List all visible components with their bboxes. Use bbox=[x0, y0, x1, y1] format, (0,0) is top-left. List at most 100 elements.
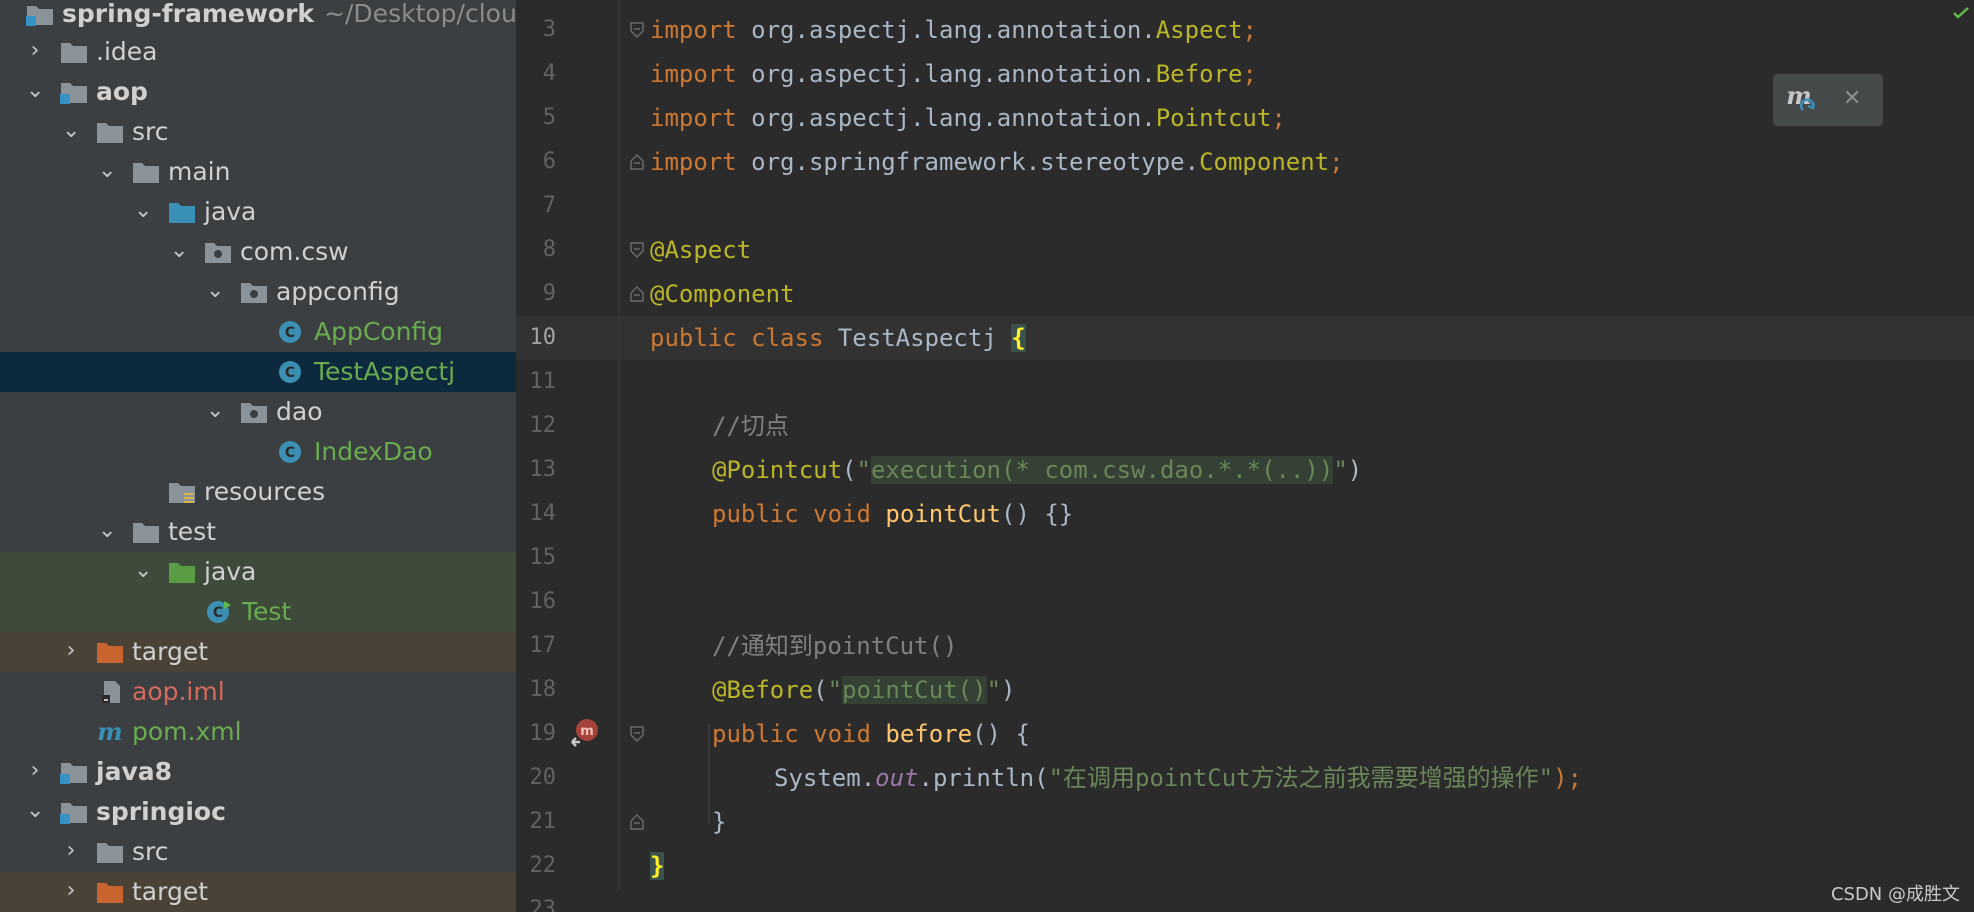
svg-text:C: C bbox=[285, 325, 295, 341]
chevron-down-icon[interactable]: ⌄ bbox=[134, 192, 152, 232]
folder-icon bbox=[97, 843, 123, 863]
tree-item-label: src bbox=[132, 837, 169, 866]
maven-icon: m bbox=[97, 720, 122, 744]
tree-row-dao[interactable]: ⌄ dao bbox=[0, 392, 516, 432]
tree-row-springioc[interactable]: ⌄ springioc bbox=[0, 792, 516, 832]
chevron-down-icon[interactable]: ⌄ bbox=[26, 792, 44, 832]
tree-item-label: TestAspectj bbox=[314, 357, 456, 386]
tree-row-resources[interactable]: resources bbox=[0, 472, 516, 512]
test-class-icon: C bbox=[207, 601, 231, 623]
tree-row-com-csw[interactable]: ⌄ com.csw bbox=[0, 232, 516, 272]
tree-item-label: springioc bbox=[96, 797, 226, 826]
tree-row-aop[interactable]: ⌄ aop bbox=[0, 72, 516, 112]
line-number-current: 10 bbox=[529, 325, 557, 350]
folder-icon bbox=[97, 123, 123, 143]
test-source-folder-icon bbox=[169, 563, 195, 583]
chevron-down-icon[interactable]: ⌄ bbox=[62, 112, 80, 152]
code-line-20: System.out.println("在调用pointCut方法之前我需要增强… bbox=[774, 764, 1582, 792]
tree-item-label: java bbox=[204, 197, 257, 226]
aop-advice-gutter-icon[interactable]: m bbox=[568, 716, 602, 750]
chevron-down-icon[interactable]: ⌄ bbox=[134, 552, 152, 592]
tree-item-label: main bbox=[168, 157, 231, 186]
tree-row-springioc-src[interactable]: › src bbox=[0, 832, 516, 872]
chevron-down-icon[interactable]: ⌄ bbox=[206, 272, 224, 312]
package-icon bbox=[241, 283, 267, 303]
chevron-down-icon[interactable]: ⌄ bbox=[98, 152, 116, 192]
chevron-right-icon[interactable]: › bbox=[62, 632, 80, 672]
chevron-down-icon[interactable]: ⌄ bbox=[206, 392, 224, 432]
fold-marker-icon[interactable] bbox=[630, 242, 644, 258]
line-number: 9 bbox=[542, 281, 556, 306]
code-line-12: //切点 bbox=[712, 412, 789, 440]
line-number: 13 bbox=[529, 457, 557, 482]
resources-folder-icon bbox=[169, 483, 195, 503]
fold-marker-icon[interactable] bbox=[630, 154, 644, 170]
tree-row-test-java[interactable]: ⌄ java bbox=[0, 552, 516, 592]
module-folder-icon bbox=[60, 83, 87, 104]
svg-text:m: m bbox=[580, 724, 594, 739]
chevron-right-icon[interactable]: › bbox=[26, 752, 44, 792]
tree-row-target[interactable]: › target bbox=[0, 632, 516, 672]
tree-row-appconfig[interactable]: ⌄ appconfig bbox=[0, 272, 516, 312]
line-number: 23 bbox=[529, 897, 557, 912]
maven-reload-icon[interactable]: m bbox=[1785, 82, 1821, 118]
line-number: 19 bbox=[529, 721, 557, 746]
fold-marker-icon[interactable] bbox=[630, 22, 644, 38]
chevron-right-icon[interactable]: › bbox=[62, 872, 80, 912]
tree-item-label: src bbox=[132, 117, 169, 146]
close-icon[interactable]: ✕ bbox=[1843, 86, 1861, 111]
line-number: 14 bbox=[529, 501, 557, 526]
class-icon: C bbox=[279, 441, 301, 463]
matched-brace: { bbox=[1011, 324, 1026, 352]
tree-root-path: ~/Desktop/cloud bbox=[324, 0, 516, 28]
fold-marker-icon[interactable] bbox=[630, 726, 644, 742]
tree-row-root[interactable]: spring-framework ~/Desktop/cloud bbox=[0, 0, 516, 34]
inspection-ok-icon[interactable] bbox=[1952, 6, 1970, 20]
tree-row-java[interactable]: ⌄ java bbox=[0, 192, 516, 232]
tree-row-indexdao[interactable]: C IndexDao bbox=[0, 432, 516, 472]
line-number: 17 bbox=[529, 633, 557, 658]
code-line-10: public class TestAspectj { bbox=[650, 324, 1026, 352]
matched-brace: } bbox=[650, 852, 665, 880]
class-icon: C bbox=[279, 361, 301, 383]
tree-row-aop-iml[interactable]: aop.iml bbox=[0, 672, 516, 712]
code-editor[interactable]: 3 4 5 6 7 8 9 10 11 12 13 14 15 16 17 18… bbox=[516, 0, 1974, 912]
tree-item-label: test bbox=[168, 517, 217, 546]
tree-row-idea[interactable]: › .idea bbox=[0, 32, 516, 72]
tree-row-testaspectj[interactable]: C TestAspectj bbox=[0, 352, 516, 392]
package-icon bbox=[241, 403, 267, 423]
code-line-9: @Component bbox=[650, 280, 795, 308]
fold-marker-icon[interactable] bbox=[630, 814, 644, 830]
tree-row-test-class[interactable]: C Test bbox=[0, 592, 516, 632]
tree-item-label: java bbox=[204, 557, 257, 586]
tree-row-src[interactable]: ⌄ src bbox=[0, 112, 516, 152]
tree-row-springioc-target[interactable]: › target bbox=[0, 872, 516, 912]
code-line-13: @Pointcut("execution(* com.csw.dao.*.*(.… bbox=[712, 456, 1363, 484]
tree-item-label: resources bbox=[204, 477, 326, 506]
tree-item-label: target bbox=[132, 877, 209, 906]
tree-row-pom[interactable]: m pom.xml bbox=[0, 712, 516, 752]
chevron-right-icon[interactable]: › bbox=[62, 832, 80, 872]
code-line-6: import org.springframework.stereotype.Co… bbox=[650, 148, 1344, 176]
chevron-right-icon[interactable]: › bbox=[26, 32, 44, 72]
line-number: 11 bbox=[529, 369, 557, 394]
module-folder-icon bbox=[60, 803, 87, 824]
tree-row-java8[interactable]: › java8 bbox=[0, 752, 516, 792]
line-number: 20 bbox=[529, 765, 557, 790]
indent-guide bbox=[708, 724, 710, 824]
fold-marker-icon[interactable] bbox=[630, 286, 644, 302]
line-number: 7 bbox=[542, 193, 556, 218]
line-number: 6 bbox=[542, 149, 556, 174]
tree-row-appconfig-class[interactable]: C AppConfig bbox=[0, 312, 516, 352]
tree-row-main[interactable]: ⌄ main bbox=[0, 152, 516, 192]
tree-row-test[interactable]: ⌄ test bbox=[0, 512, 516, 552]
tree-root-name: spring-framework bbox=[62, 0, 315, 28]
gutter-divider bbox=[618, 0, 620, 890]
excluded-folder-icon bbox=[97, 883, 123, 903]
line-number: 4 bbox=[542, 61, 556, 86]
chevron-down-icon[interactable]: ⌄ bbox=[170, 232, 188, 272]
chevron-down-icon[interactable]: ⌄ bbox=[98, 512, 116, 552]
code-line-22: } bbox=[650, 844, 665, 888]
tree-item-label: pom.xml bbox=[132, 717, 242, 746]
chevron-down-icon[interactable]: ⌄ bbox=[26, 72, 44, 112]
